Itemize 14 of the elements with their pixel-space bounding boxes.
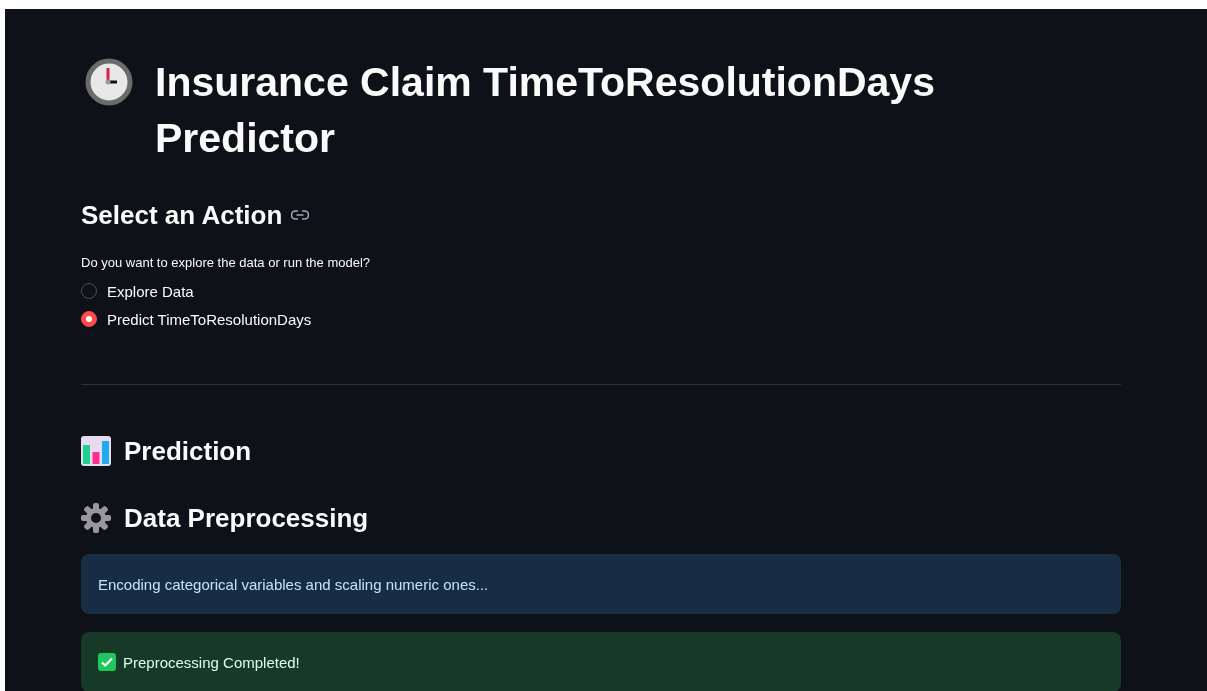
radio-button[interactable] bbox=[81, 311, 97, 327]
radio-label[interactable]: Explore Data bbox=[107, 282, 194, 300]
section-heading: Data Preprocessing bbox=[124, 502, 369, 535]
section-heading: Prediction bbox=[124, 435, 252, 468]
radio-label[interactable]: Predict TimeToResolutionDays bbox=[107, 310, 312, 328]
clock-icon bbox=[85, 58, 133, 106]
section-heading: Select an Action bbox=[81, 199, 283, 232]
radio-group-label: Do you want to explore the data or run the model? bbox=[81, 254, 372, 272]
bar-chart-icon bbox=[81, 436, 111, 466]
page-title: Insurance Claim TimeToResolutionDays Predictor bbox=[155, 58, 936, 163]
message-text: Encoding categorical variables and scaling numeric ones... bbox=[98, 575, 489, 593]
message-text: Preprocessing Completed! bbox=[123, 653, 300, 671]
checkmark-icon bbox=[98, 653, 116, 671]
link-icon[interactable] bbox=[291, 210, 310, 220]
